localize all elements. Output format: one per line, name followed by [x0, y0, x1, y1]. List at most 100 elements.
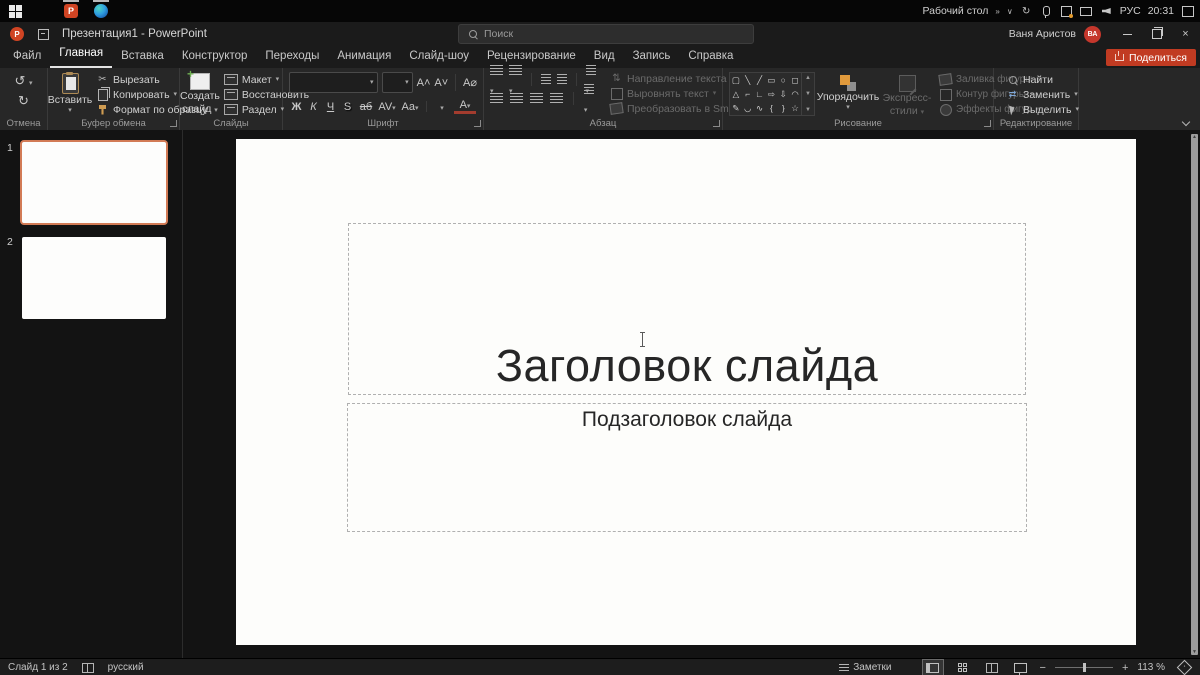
decrease-indent-button[interactable] [540, 71, 551, 89]
powerpoint-window: P Рабочий стол » ∨ ↻ РУС 20:31 P Презент… [0, 0, 1200, 675]
slide-thumbnail-2[interactable] [22, 237, 166, 319]
slides-group: Создать слайд ▾ Макет▾ Восстановить Разд… [180, 67, 309, 130]
clock[interactable]: 20:31 [1148, 5, 1174, 17]
reading-view-button[interactable] [982, 660, 1002, 675]
font-color-button[interactable]: А▾ [454, 99, 476, 114]
subtitle-placeholder[interactable]: Подзаголовок слайда [347, 403, 1027, 532]
strikethrough-button[interactable]: аб [357, 101, 375, 113]
action-center-icon[interactable] [1181, 5, 1194, 18]
slideshow-button[interactable] [1011, 660, 1031, 675]
tray-sync-icon[interactable]: ↻ [1020, 5, 1033, 18]
zoom-in-button[interactable]: + [1122, 662, 1128, 674]
tab-help[interactable]: Справка [679, 46, 742, 68]
shape-fill-icon [938, 73, 953, 86]
normal-view-button[interactable] [921, 659, 944, 675]
tab-animations[interactable]: Анимация [328, 46, 400, 68]
new-slide-button[interactable]: Создать слайд ▾ [180, 67, 220, 119]
restore-button[interactable] [1142, 22, 1171, 46]
character-spacing-button[interactable]: AV▾ [377, 101, 397, 113]
collapse-ribbon-icon[interactable] [1182, 118, 1190, 126]
tray-volume-icon[interactable] [1100, 5, 1113, 18]
tray-mic-icon[interactable] [1040, 5, 1053, 18]
replace-button[interactable]: ⇄ Заменить ▾ [1002, 87, 1078, 102]
font-name-combobox[interactable]: ▾ [289, 72, 378, 93]
italic-button[interactable]: К [306, 101, 321, 113]
zoom-level[interactable]: 113 % [1137, 662, 1165, 673]
shapes-scroll-down-icon[interactable]: ▼ [805, 91, 811, 97]
quick-styles-button[interactable]: Экспресс- стили ▾ [879, 73, 935, 121]
tab-transitions[interactable]: Переходы [256, 46, 328, 68]
zoom-slider[interactable] [1054, 663, 1113, 672]
paste-button[interactable]: Вставить ▾ [48, 71, 92, 119]
shapes-gallery[interactable]: ▢ ╲ ╱ ▭ ○ ◻ △ ⌐ ∟ ⇨ ⇩ ◠ ✎ ◡ ∿{} ☆ ▲ ▼ ▼ [729, 72, 815, 116]
notes-button[interactable]: Заметки [839, 662, 892, 673]
fit-to-window-button[interactable] [1174, 659, 1194, 675]
language-status[interactable]: русский [108, 662, 144, 673]
search-input[interactable]: Поиск [458, 24, 754, 44]
notes-icon [839, 663, 850, 672]
tab-design[interactable]: Конструктор [173, 46, 257, 68]
start-button[interactable] [0, 0, 30, 22]
slide-editor[interactable]: Заголовок слайда Подзаголовок слайда [236, 139, 1136, 645]
justify-button[interactable] [550, 90, 563, 108]
undo-button[interactable]: ↺ ▾ [14, 73, 32, 89]
align-center-button[interactable] [510, 90, 523, 108]
thumbnail-number: 2 [7, 236, 13, 248]
user-name[interactable]: Ваня Аристов [1009, 28, 1076, 40]
vertical-scrollbar[interactable]: ▲ ▼ [1191, 134, 1198, 655]
select-button[interactable]: Выделить ▾ [1002, 102, 1079, 117]
desktop-label[interactable]: Рабочий стол [922, 5, 988, 17]
tray-display-icon[interactable] [1080, 5, 1093, 18]
share-button[interactable]: Поделиться [1106, 49, 1196, 66]
copy-icon [96, 86, 110, 101]
drawing-dialog-launcher[interactable] [984, 120, 991, 127]
align-right-button[interactable] [530, 90, 543, 108]
tab-file[interactable]: Файл [4, 46, 50, 68]
tray-app-badge-icon[interactable] [1060, 5, 1073, 18]
zoom-out-button[interactable]: − [1040, 662, 1046, 674]
change-case-button[interactable]: Aa▾ [399, 101, 421, 113]
text-shadow-button[interactable]: S [340, 101, 355, 113]
slide-sorter-button[interactable] [953, 660, 973, 675]
columns-button[interactable]: ▾ [583, 81, 596, 117]
increase-indent-button[interactable] [556, 71, 567, 89]
font-dialog-launcher[interactable] [474, 120, 481, 127]
close-button[interactable]: × [1171, 22, 1200, 46]
desktops-chevron-icon[interactable]: » [995, 7, 999, 16]
bold-button[interactable]: Ж [289, 101, 304, 113]
tray-expand-icon[interactable]: ∨ [1007, 7, 1013, 16]
title-placeholder[interactable]: Заголовок слайда [348, 223, 1026, 395]
taskbar-powerpoint-button[interactable]: P [56, 0, 86, 22]
paragraph-dialog-launcher[interactable] [713, 120, 720, 127]
tab-home[interactable]: Главная [50, 44, 113, 68]
slide-thumbnail-1[interactable] [20, 140, 168, 225]
highlight-color-button[interactable]: ▾ [432, 101, 452, 113]
zoom-slider-handle[interactable] [1082, 663, 1086, 672]
clear-formatting-button[interactable]: А⌀ [463, 76, 477, 89]
tab-record[interactable]: Запись [624, 46, 680, 68]
shapes-scroll-up-icon[interactable]: ▲ [805, 75, 811, 81]
clipboard-dialog-launcher[interactable] [170, 120, 177, 127]
tab-insert[interactable]: Вставка [112, 46, 173, 68]
save-icon[interactable] [38, 28, 49, 40]
grow-font-button[interactable]: А˄ [417, 77, 431, 89]
clipboard-group-label: Буфер обмена [81, 118, 146, 129]
font-size-combobox[interactable]: ▾ [381, 72, 413, 93]
taskbar-edge-button[interactable] [86, 0, 116, 22]
spellcheck-icon[interactable] [81, 662, 94, 673]
avatar[interactable]: ВА [1084, 25, 1101, 43]
redo-button[interactable]: ↻ [18, 93, 29, 109]
slide-counter[interactable]: Слайд 1 из 2 [8, 662, 68, 673]
find-icon [1006, 73, 1019, 86]
align-left-button[interactable] [490, 90, 503, 108]
underline-button[interactable]: Ч [323, 101, 338, 113]
shapes-more-icon[interactable]: ▼ [805, 107, 811, 113]
paragraph-group-label: Абзац [589, 118, 617, 129]
language-indicator[interactable]: РУС [1120, 5, 1141, 17]
normal-view-icon [926, 662, 939, 673]
shrink-font-button[interactable]: А˅ [434, 77, 448, 89]
minimize-button[interactable] [1113, 22, 1142, 46]
find-button[interactable]: Найти [1002, 72, 1078, 87]
arrange-button[interactable]: Упорядочить ▾ [817, 73, 879, 121]
tab-slideshow[interactable]: Слайд-шоу [400, 46, 478, 68]
